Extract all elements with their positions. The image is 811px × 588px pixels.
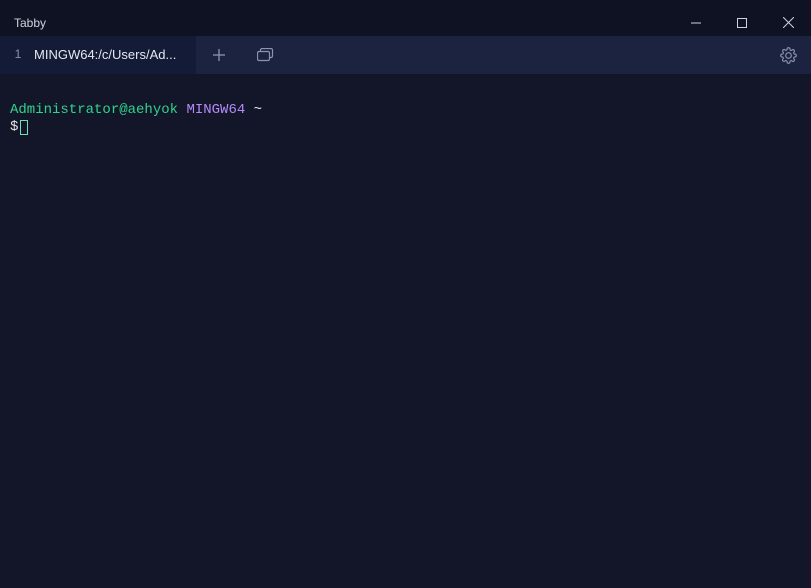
prompt-shell: MINGW64 (186, 102, 245, 118)
maximize-button[interactable] (719, 9, 765, 36)
windows-icon (257, 48, 274, 62)
minimize-button[interactable] (673, 9, 719, 36)
tab-title: MINGW64:/c/Users/Ad... (34, 47, 184, 62)
tabbar: 1 MINGW64:/c/Users/Ad... (0, 36, 811, 74)
prompt-path: ~ (254, 102, 262, 118)
window-controls (673, 9, 811, 36)
close-icon (783, 17, 794, 28)
tab-index: 1 (12, 47, 24, 61)
prompt-user-host: Administrator@aehyok (10, 102, 178, 118)
gear-icon (780, 47, 797, 64)
cursor (20, 120, 28, 135)
prompt-symbol: $ (10, 119, 18, 135)
tab-terminal-1[interactable]: 1 MINGW64:/c/Users/Ad... (0, 36, 196, 74)
app-title: Tabby (14, 16, 46, 30)
new-tab-button[interactable] (196, 36, 242, 74)
titlebar: Tabby (0, 9, 811, 36)
plus-icon (212, 48, 226, 62)
maximize-icon (737, 18, 747, 28)
minimize-icon (691, 18, 701, 28)
windows-button[interactable] (242, 36, 288, 74)
terminal-viewport[interactable]: Administrator@aehyok MINGW64 ~ $ (0, 74, 811, 146)
close-button[interactable] (765, 9, 811, 36)
settings-button[interactable] (765, 47, 811, 64)
prompt-line-2: $ (10, 119, 801, 136)
prompt-line-1: Administrator@aehyok MINGW64 ~ (10, 102, 801, 119)
